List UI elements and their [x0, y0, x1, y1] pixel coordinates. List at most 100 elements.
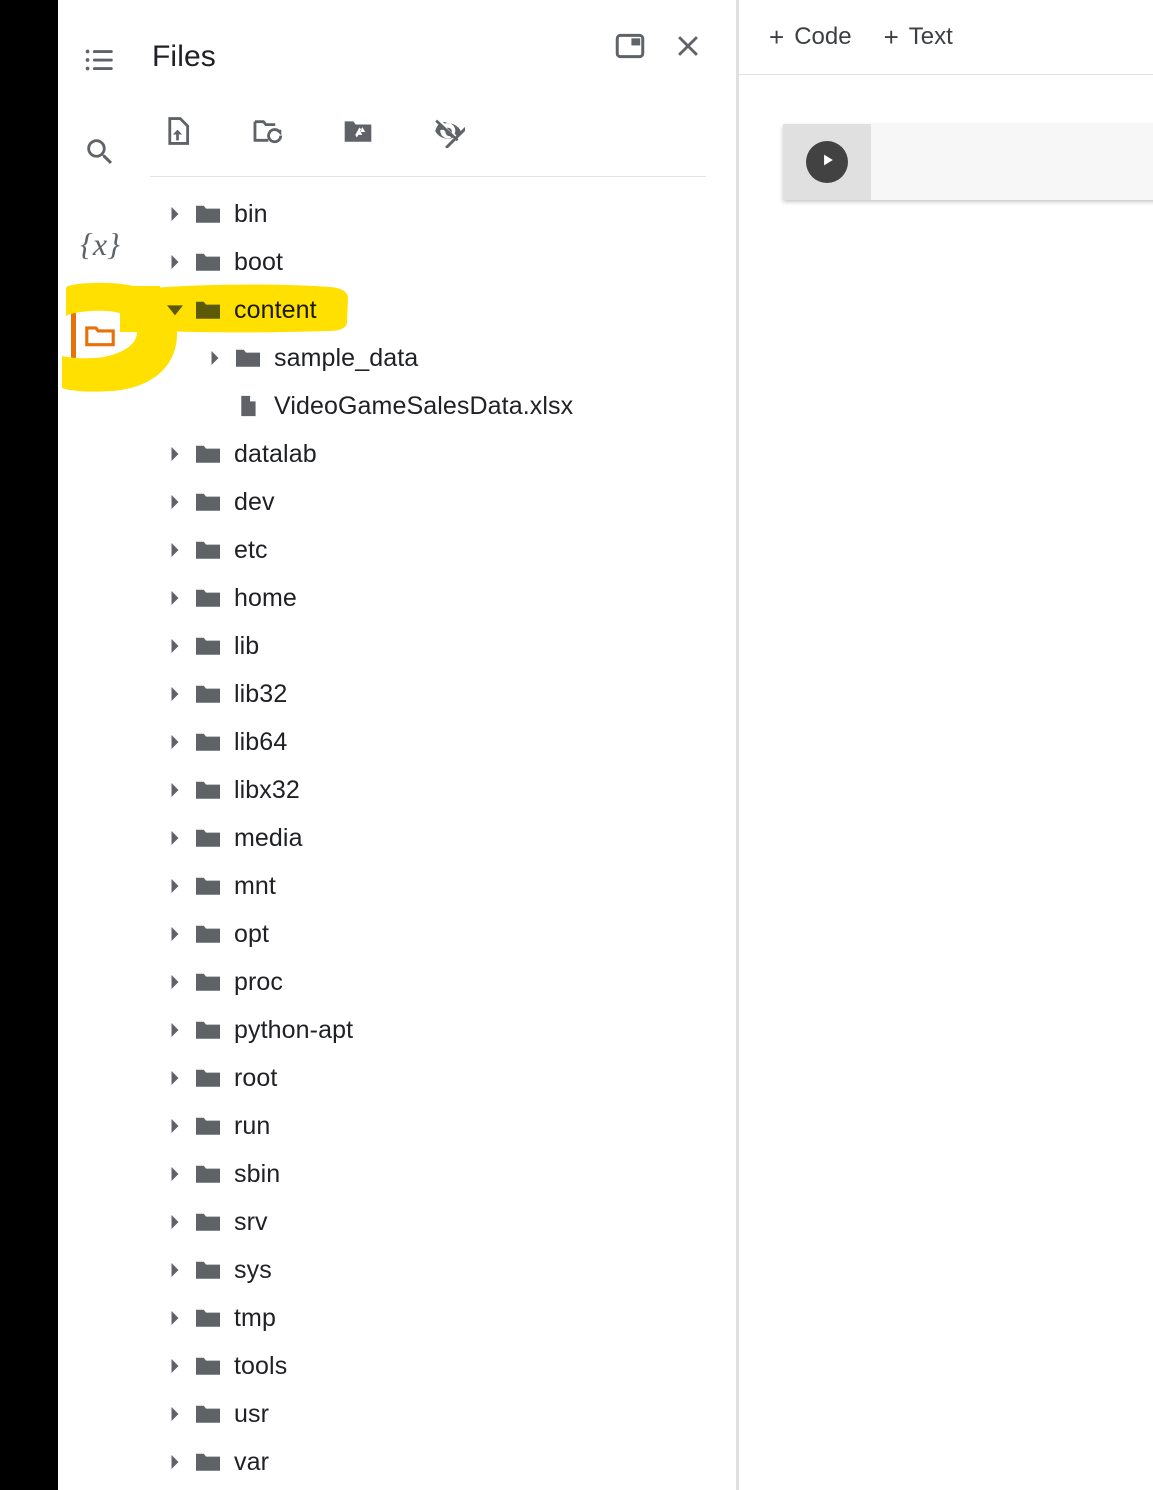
tree-folder-sbin[interactable]: sbin — [142, 1150, 736, 1198]
tree-folder-var[interactable]: var — [142, 1438, 736, 1486]
add-text-button[interactable]: + Text — [884, 23, 953, 51]
chevron-right-icon[interactable] — [162, 1054, 188, 1102]
folder-icon — [188, 862, 228, 910]
chevron-right-icon[interactable] — [162, 670, 188, 718]
tree-folder-srv[interactable]: srv — [142, 1198, 736, 1246]
chevron-right-icon[interactable] — [162, 1294, 188, 1342]
folder-icon — [188, 1102, 228, 1150]
chevron-right-icon[interactable] — [162, 814, 188, 862]
folder-icon — [188, 670, 228, 718]
tree-item-label: tmp — [234, 1303, 276, 1332]
chevron-right-icon[interactable] — [162, 910, 188, 958]
tree-item-label: home — [234, 583, 297, 612]
rail-item-search[interactable] — [58, 124, 142, 180]
folder-icon — [188, 574, 228, 622]
rail-item-variables[interactable]: {x} — [58, 216, 142, 272]
folder-icon — [188, 1006, 228, 1054]
dock-panel-icon[interactable] — [610, 26, 650, 66]
chevron-right-icon[interactable] — [162, 958, 188, 1006]
run-cell-button[interactable] — [806, 141, 848, 183]
tree-folder-content[interactable]: content — [142, 286, 736, 334]
tree-item-label: run — [234, 1111, 271, 1140]
chevron-right-icon[interactable] — [162, 718, 188, 766]
tree-folder-tools[interactable]: tools — [142, 1342, 736, 1390]
tree-folder-lib64[interactable]: lib64 — [142, 718, 736, 766]
tree-folder-datalab[interactable]: datalab — [142, 430, 736, 478]
folder-icon — [228, 334, 268, 382]
folder-icon — [188, 1198, 228, 1246]
tree-item-label: lib64 — [234, 727, 288, 756]
tree-folder-lib[interactable]: lib — [142, 622, 736, 670]
tree-folder-opt[interactable]: opt — [142, 910, 736, 958]
tree-folder-media[interactable]: media — [142, 814, 736, 862]
code-cell[interactable] — [783, 124, 1153, 200]
tree-folder-root[interactable]: root — [142, 1054, 736, 1102]
folder-icon — [188, 1342, 228, 1390]
chevron-right-icon[interactable] — [162, 1198, 188, 1246]
chevron-right-icon[interactable] — [162, 862, 188, 910]
tree-folder-proc[interactable]: proc — [142, 958, 736, 1006]
add-code-button[interactable]: + Code — [769, 23, 852, 51]
tree-folder-etc[interactable]: etc — [142, 526, 736, 574]
file-icon — [228, 382, 268, 430]
file-tree: bin boot content sample_data VideoGameSalesD… — [142, 190, 736, 1486]
tree-folder-mnt[interactable]: mnt — [142, 862, 736, 910]
tree-item-label: sbin — [234, 1159, 281, 1188]
mount-drive-icon[interactable] — [336, 108, 380, 154]
chevron-right-icon[interactable] — [162, 1438, 188, 1486]
folder-icon — [188, 478, 228, 526]
chevron-right-icon[interactable] — [162, 574, 188, 622]
folder-icon — [188, 526, 228, 574]
folder-icon — [188, 910, 228, 958]
folder-icon — [188, 238, 228, 286]
chevron-down-icon[interactable] — [162, 286, 188, 334]
close-icon[interactable] — [668, 26, 708, 66]
chevron-right-icon[interactable] — [162, 766, 188, 814]
code-cell-editor[interactable] — [871, 124, 1153, 200]
chevron-right-icon[interactable] — [162, 1342, 188, 1390]
folder-icon — [188, 814, 228, 862]
folder-icon — [188, 718, 228, 766]
left-icon-rail: {x} — [58, 0, 142, 1490]
chevron-right-icon[interactable] — [162, 1150, 188, 1198]
tree-folder-sample-data[interactable]: sample_data — [142, 334, 736, 382]
refresh-folder-icon[interactable] — [246, 108, 290, 154]
tree-file-videogamesalesdata-xlsx[interactable]: VideoGameSalesData.xlsx — [142, 382, 736, 430]
tree-folder-home[interactable]: home — [142, 574, 736, 622]
add-code-label: Code — [794, 23, 852, 50]
add-text-label: Text — [908, 23, 953, 50]
tree-folder-libx32[interactable]: libx32 — [142, 766, 736, 814]
tree-folder-dev[interactable]: dev — [142, 478, 736, 526]
chevron-right-icon[interactable] — [162, 238, 188, 286]
tree-folder-boot[interactable]: boot — [142, 238, 736, 286]
folder-icon — [188, 1390, 228, 1438]
tree-item-label: python-apt — [234, 1015, 354, 1044]
tree-folder-python-apt[interactable]: python-apt — [142, 1006, 736, 1054]
tree-folder-sys[interactable]: sys — [142, 1246, 736, 1294]
rail-item-table-of-contents[interactable] — [58, 32, 142, 88]
tree-folder-usr[interactable]: usr — [142, 1390, 736, 1438]
tree-folder-tmp[interactable]: tmp — [142, 1294, 736, 1342]
chevron-right-icon[interactable] — [162, 190, 188, 238]
chevron-right-icon[interactable] — [162, 1102, 188, 1150]
tree-folder-bin[interactable]: bin — [142, 190, 736, 238]
chevron-right-icon[interactable] — [162, 526, 188, 574]
tree-folder-run[interactable]: run — [142, 1102, 736, 1150]
search-icon — [83, 135, 117, 169]
chevron-right-icon[interactable] — [162, 622, 188, 670]
tree-item-label: media — [234, 823, 303, 852]
chevron-right-icon[interactable] — [202, 334, 228, 382]
chevron-right-icon[interactable] — [162, 478, 188, 526]
upload-file-icon[interactable] — [156, 108, 200, 154]
rail-item-files[interactable] — [58, 308, 142, 364]
tree-folder-lib32[interactable]: lib32 — [142, 670, 736, 718]
folder-icon — [188, 1054, 228, 1102]
folder-icon — [188, 190, 228, 238]
chevron-right-icon[interactable] — [162, 1006, 188, 1054]
hide-hidden-files-icon[interactable] — [426, 108, 470, 154]
chevron-right-icon[interactable] — [162, 430, 188, 478]
chevron-right-icon[interactable] — [162, 1246, 188, 1294]
tree-item-label: root — [234, 1063, 278, 1092]
plus-icon: + — [769, 22, 785, 52]
chevron-right-icon[interactable] — [162, 1390, 188, 1438]
